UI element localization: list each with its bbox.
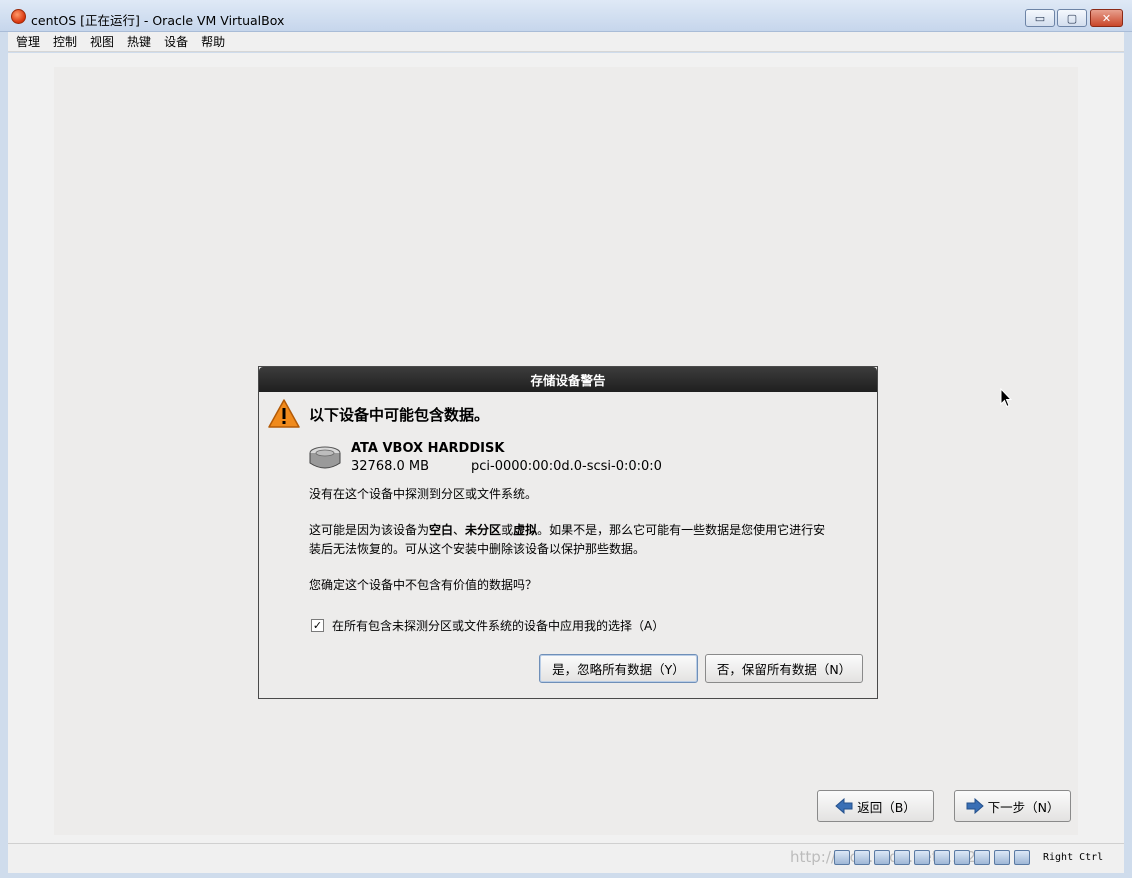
menu-item-help[interactable]: 帮助 [201,33,225,50]
window-title: centOS [正在运行] - Oracle VM VirtualBox [31,13,285,28]
next-button-label: 下一步（N） [987,799,1060,815]
optical-drive-status-icon[interactable] [854,850,870,865]
menu-item-devices[interactable]: 设备 [164,33,188,50]
next-arrow-icon [966,798,984,814]
host-key-arrow-icon[interactable] [1014,850,1030,865]
mouse-integration-status-icon[interactable] [994,850,1010,865]
shared-folder-status-icon[interactable] [894,850,910,865]
harddisk-icon [309,446,341,469]
menu-item-hotkeys[interactable]: 热键 [127,33,151,50]
no-keep-data-button[interactable]: 否，保留所有数据（N） [705,654,863,683]
display-status-icon[interactable] [934,850,950,865]
disk-path: pci-0000:00:0d.0-scsi-0:0:0:0 [471,459,662,474]
back-button[interactable]: 返回（B） [817,790,934,822]
maximize-icon: ▢ [1066,11,1078,25]
disk-size: 32768.0 MB [351,459,430,474]
check-icon: ✓ [312,619,323,632]
minimize-icon: ▭ [1034,11,1046,25]
window-frame-left [0,32,8,878]
apply-to-all-row[interactable]: ✓ 在所有包含未探测分区或文件系统的设备中应用我的选择（A） [311,617,664,634]
floppy-status-icon[interactable] [914,850,930,865]
maximize-button[interactable]: ▢ [1057,9,1087,27]
close-button[interactable]: ✕ [1090,9,1123,27]
warning-icon [268,399,300,428]
msg-part: 、 [453,523,466,537]
back-arrow-icon [835,798,853,814]
storage-warning-dialog: 存储设备警告 以下设备中可能包含数据。 ATA VBOX HARDDISK 32… [258,366,878,699]
msg-unpartitioned: 未分区 [465,523,502,537]
close-icon: ✕ [1101,11,1112,25]
network-status-icon[interactable] [954,850,970,865]
next-button[interactable]: 下一步（N） [954,790,1071,822]
recording-status-icon[interactable] [974,850,990,865]
back-button-label: 返回（B） [857,799,916,815]
virtualbox-app-icon [11,9,26,24]
mouse-cursor-icon [1000,388,1012,408]
msg-virtual: 虚拟 [513,523,538,537]
msg-blank: 空白 [429,523,454,537]
msg-part: 这可能是因为该设备为 [309,523,430,537]
no-partition-message: 没有在这个设备中探测到分区或文件系统。 [309,487,538,501]
dialog-title: 存储设备警告 [259,367,877,392]
apply-to-all-label[interactable]: 在所有包含未探测分区或文件系统的设备中应用我的选择（A） [332,617,664,634]
disk-name: ATA VBOX HARDDISK [351,441,505,456]
minimize-button[interactable]: ▭ [1025,9,1055,27]
confirm-question: 您确定这个设备中不包含有价值的数据吗？ [309,578,538,592]
window-titlebar[interactable]: centOS [正在运行] - Oracle VM VirtualBox ▭ ▢… [0,0,1132,32]
status-icons [834,850,1034,865]
menu-bar: 管理 控制 视图 热键 设备 帮助 [8,32,1124,52]
menu-item-control[interactable]: 控制 [53,33,77,50]
menu-item-view[interactable]: 视图 [90,33,114,50]
window-frame-right [1124,32,1132,878]
menu-item-manage[interactable]: 管理 [16,33,40,50]
harddisk-status-icon[interactable] [834,850,850,865]
yes-discard-data-button[interactable]: 是，忽略所有数据（Y） [539,654,698,683]
host-key-label: Right Ctrl [1043,852,1104,863]
data-loss-message: 这可能是因为该设备为空白、未分区或虚拟。如果不是，那么它可能有一些数据是您使用它… [309,521,829,559]
msg-part: 或 [501,523,514,537]
usb-status-icon[interactable] [874,850,890,865]
dialog-heading: 以下设备中可能包含数据。 [309,406,490,424]
apply-to-all-checkbox[interactable]: ✓ [311,619,324,632]
